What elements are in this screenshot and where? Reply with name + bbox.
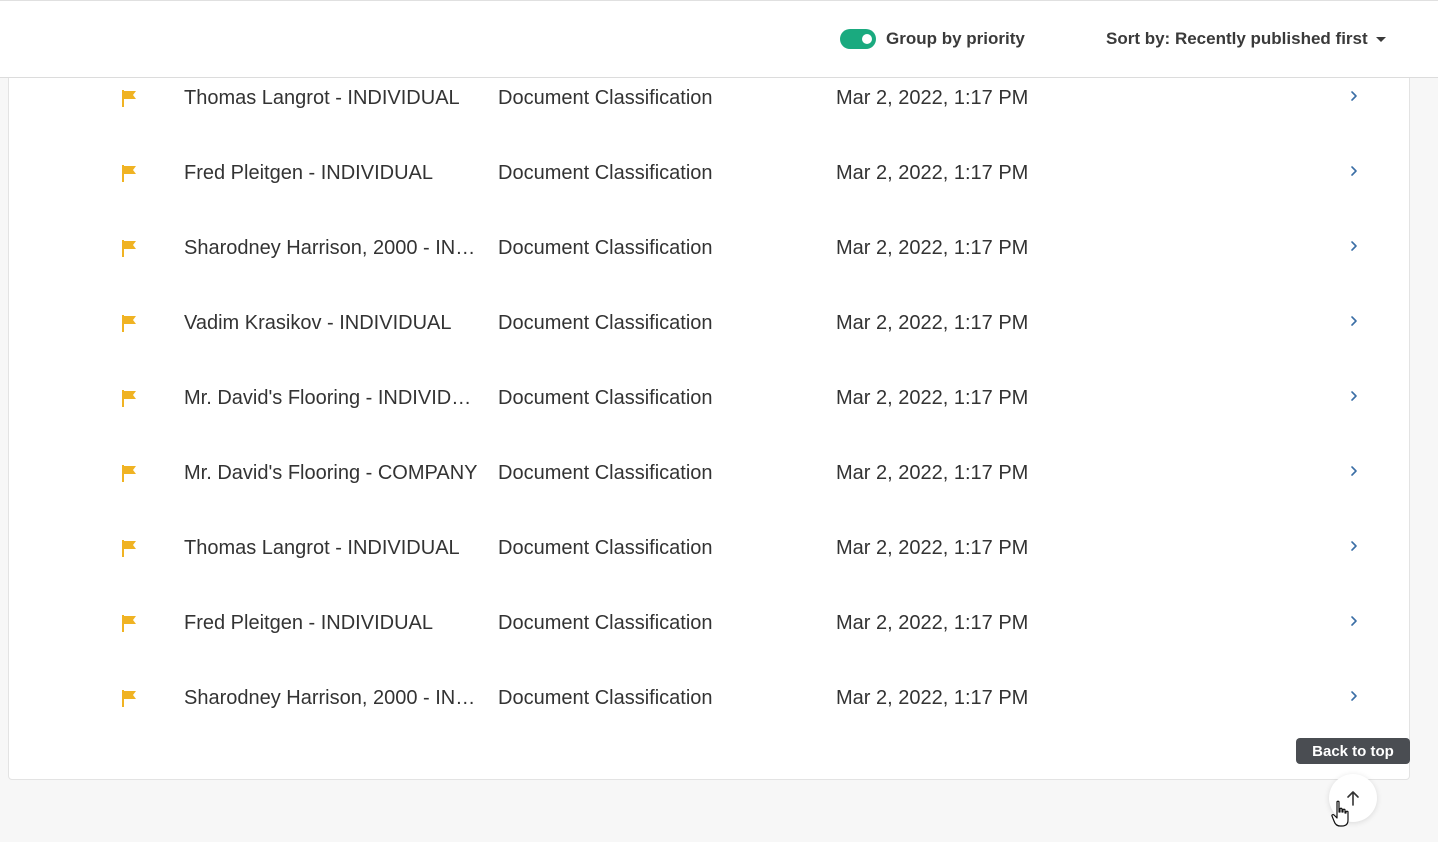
back-to-top-tooltip: Back to top [1296, 738, 1410, 764]
item-name: Sharodney Harrison, 2000 - INDIVIDUAL [184, 237, 482, 259]
group-by-priority-toggle[interactable] [840, 29, 876, 49]
item-date: Mar 2, 2022, 1:17 PM [836, 387, 1029, 409]
chevron-right-icon[interactable] [1347, 314, 1361, 328]
item-type: Document Classification [498, 537, 713, 559]
priority-flag-icon [122, 90, 136, 107]
group-by-priority-label: Group by priority [886, 29, 1025, 48]
item-name: Thomas Langrot - INDIVIDUAL [184, 537, 460, 559]
chevron-right-icon[interactable] [1347, 239, 1361, 253]
item-date: Mar 2, 2022, 1:17 PM [836, 162, 1029, 184]
item-type: Document Classification [498, 687, 713, 709]
item-type: Document Classification [498, 612, 713, 634]
priority-flag-icon [122, 315, 136, 332]
chevron-right-icon[interactable] [1347, 389, 1361, 403]
toolbar: Group by priority Sort by: Recently publ… [0, 0, 1438, 78]
priority-flag-icon [122, 240, 136, 257]
list-item[interactable]: Fred Pleitgen - INDIVIDUAL Document Clas… [8, 585, 1410, 660]
caret-down-icon [1375, 36, 1386, 42]
item-type: Document Classification [498, 237, 713, 259]
toggle-knob [862, 34, 872, 44]
priority-flag-icon [122, 540, 136, 557]
priority-flag-icon [122, 615, 136, 632]
list-item[interactable]: Thomas Langrot - INDIVIDUAL Document Cla… [8, 510, 1410, 585]
list-item[interactable]: Mr. David's Flooring - INDIVIDUAL Docume… [8, 360, 1410, 435]
item-type: Document Classification [498, 462, 713, 484]
priority-flag-icon [122, 465, 136, 482]
item-date: Mar 2, 2022, 1:17 PM [836, 537, 1029, 559]
hand-cursor-icon [1331, 800, 1349, 827]
priority-flag-icon [122, 390, 136, 407]
item-date: Mar 2, 2022, 1:17 PM [836, 462, 1029, 484]
page: Thomas Langrot - INDIVIDUAL Document Cla… [0, 0, 1438, 842]
list-item[interactable]: Sharodney Harrison, 2000 - INDIVIDUAL Do… [8, 660, 1410, 735]
item-name: Sharodney Harrison, 2000 - INDIVIDUAL [184, 687, 482, 709]
item-name: Vadim Krasikov - INDIVIDUAL [184, 312, 452, 334]
item-name: Fred Pleitgen - INDIVIDUAL [184, 612, 433, 634]
sort-dropdown[interactable]: Sort by: Recently published first [1106, 29, 1386, 49]
item-date: Mar 2, 2022, 1:17 PM [836, 312, 1029, 334]
item-date: Mar 2, 2022, 1:17 PM [836, 237, 1029, 259]
item-name: Fred Pleitgen - INDIVIDUAL [184, 162, 433, 184]
chevron-right-icon[interactable] [1347, 539, 1361, 553]
chevron-right-icon[interactable] [1347, 464, 1361, 478]
item-name: Mr. David's Flooring - COMPANY [184, 462, 478, 484]
chevron-right-icon[interactable] [1347, 689, 1361, 703]
chevron-right-icon[interactable] [1347, 164, 1361, 178]
chevron-right-icon[interactable] [1347, 614, 1361, 628]
item-type: Document Classification [498, 312, 713, 334]
sort-label: Sort by: Recently published first [1106, 29, 1368, 48]
item-name: Thomas Langrot - INDIVIDUAL [184, 87, 460, 109]
item-date: Mar 2, 2022, 1:17 PM [836, 612, 1029, 634]
list-item[interactable]: Vadim Krasikov - INDIVIDUAL Document Cla… [8, 285, 1410, 360]
list-item[interactable]: Fred Pleitgen - INDIVIDUAL Document Clas… [8, 135, 1410, 210]
item-name: Mr. David's Flooring - INDIVIDUAL [184, 387, 482, 409]
priority-flag-icon [122, 165, 136, 182]
item-type: Document Classification [498, 87, 713, 109]
list-item[interactable]: Sharodney Harrison, 2000 - INDIVIDUAL Do… [8, 210, 1410, 285]
item-type: Document Classification [498, 162, 713, 184]
item-date: Mar 2, 2022, 1:17 PM [836, 687, 1029, 709]
list-item[interactable]: Mr. David's Flooring - COMPANY Document … [8, 435, 1410, 510]
item-date: Mar 2, 2022, 1:17 PM [836, 87, 1029, 109]
group-by-priority-control[interactable]: Group by priority [840, 29, 1025, 49]
item-type: Document Classification [498, 387, 713, 409]
priority-flag-icon [122, 690, 136, 707]
chevron-right-icon[interactable] [1347, 89, 1361, 103]
